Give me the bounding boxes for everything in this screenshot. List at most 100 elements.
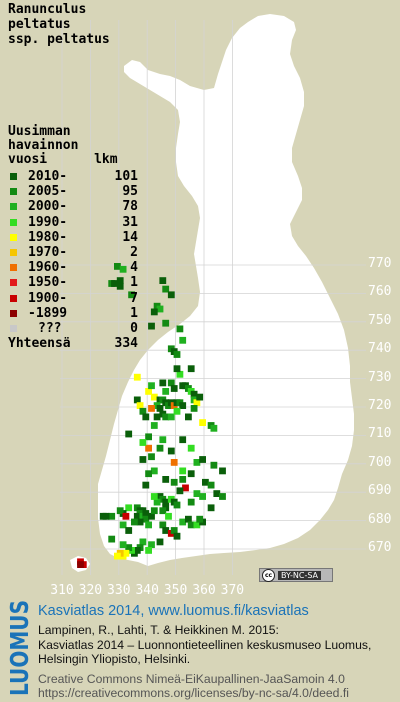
observation-square xyxy=(148,405,155,412)
observation-square xyxy=(139,439,147,446)
observation-square xyxy=(173,532,181,540)
observation-square xyxy=(179,436,187,444)
observation-square xyxy=(176,325,184,333)
license-url[interactable]: https://creativecommons.org/licenses/by-… xyxy=(38,686,371,701)
observation-square xyxy=(179,476,187,483)
observation-square xyxy=(190,405,198,412)
legend-rows: 2010- 101 2005- 95 2000- 78 1990- 31 1980- 14 1970… xyxy=(8,169,138,336)
observation-square xyxy=(170,459,178,466)
legend-row: ??? 0 xyxy=(8,321,138,336)
observation-square xyxy=(199,456,206,463)
observation-square xyxy=(162,476,170,483)
legend-period-label: 2000- xyxy=(28,199,68,215)
observation-square xyxy=(162,319,170,327)
legend-swatch xyxy=(10,279,17,287)
title-line: Ranunculus xyxy=(8,2,87,17)
observation-square xyxy=(207,504,215,512)
legend-count: 7 xyxy=(130,290,138,306)
observation-square xyxy=(159,379,167,387)
legend-swatch xyxy=(10,173,17,180)
legend-count: 14 xyxy=(122,229,138,245)
observation-square xyxy=(170,385,178,392)
observation-square xyxy=(148,322,155,330)
y-axis-tick-label: 750 xyxy=(368,312,392,328)
x-axis-tick-label: 320 xyxy=(78,583,103,598)
legend-row: 1960- 4 xyxy=(8,260,138,275)
observation-square xyxy=(179,336,187,344)
observation-square xyxy=(131,518,138,526)
observation-square xyxy=(119,541,127,549)
observation-square xyxy=(142,481,150,489)
legend-swatch xyxy=(10,203,17,211)
legend: Uusimman havainnon vuosi lkm 2010- 101 200… xyxy=(8,125,138,352)
legend-header-line: vuosi lkm xyxy=(8,152,118,167)
legend-period-label: 2005- xyxy=(28,184,68,200)
species-title: Ranunculus peltatus ssp. peltatus xyxy=(8,2,110,47)
y-axis-tick-label: 740 xyxy=(368,341,392,357)
legend-period-label: 2010- xyxy=(28,169,68,184)
legend-period-label: ??? xyxy=(38,320,62,336)
observation-square xyxy=(159,436,167,444)
legend-swatch xyxy=(10,218,17,226)
observation-square xyxy=(139,456,147,463)
observation-square xyxy=(145,547,152,554)
cc-license-badge[interactable]: cc BY-NC-SA xyxy=(259,568,333,582)
legend-swatch xyxy=(10,248,17,256)
legend-period-label: 1990- xyxy=(28,214,68,230)
y-axis-tick-label: 760 xyxy=(368,284,392,300)
citation-line: Lampinen, R., Lahti, T. & Heikkinen M. 2… xyxy=(38,623,279,637)
observation-square xyxy=(170,478,178,486)
legend-swatch xyxy=(10,294,17,302)
observation-square xyxy=(133,373,141,381)
observation-square xyxy=(114,552,121,560)
citation-line: Helsingin Yliopisto, Helsinki. xyxy=(38,652,191,666)
cc-badge-text: BY-NC-SA xyxy=(278,570,322,580)
legend-header-line: Uusimman xyxy=(8,124,71,139)
observation-square xyxy=(167,291,175,299)
observation-square xyxy=(165,512,172,520)
observation-square xyxy=(176,487,184,495)
legend-count: 0 xyxy=(130,320,138,336)
legend-row: 1900- 7 xyxy=(8,291,138,306)
observation-square xyxy=(153,413,161,421)
observation-square xyxy=(150,493,158,500)
observation-square xyxy=(219,493,226,500)
legend-swatch xyxy=(10,264,17,272)
observation-square xyxy=(196,515,204,523)
legend-swatch xyxy=(10,324,17,332)
legend-total-count: 334 xyxy=(114,336,138,352)
observation-square xyxy=(187,365,195,373)
y-axis-tick-label: 730 xyxy=(368,369,392,385)
legend-period-label: 1950- xyxy=(28,275,68,291)
observation-square xyxy=(173,407,181,415)
observation-square xyxy=(145,470,152,478)
cc-icon: cc xyxy=(262,568,275,582)
observation-square xyxy=(77,561,84,568)
observation-square xyxy=(207,481,215,489)
legend-row: 1990- 31 xyxy=(8,215,138,230)
observation-square xyxy=(150,507,158,515)
observation-square xyxy=(173,501,181,509)
legend-count: 95 xyxy=(122,184,138,200)
legend-count: 4 xyxy=(130,260,138,276)
title-line: peltatus xyxy=(8,17,71,32)
atlas-link[interactable]: Kasviatlas 2014, www.luomus.fi/kasviatla… xyxy=(38,603,371,620)
observation-square xyxy=(159,277,167,284)
y-axis-tick-label: 710 xyxy=(368,426,392,442)
footer: Kasviatlas 2014, www.luomus.fi/kasviatla… xyxy=(38,603,371,701)
legend-row: 1950- 1 xyxy=(8,275,138,290)
x-axis-tick-label: 350 xyxy=(163,583,188,598)
legend-row: 1970- 2 xyxy=(8,245,138,260)
legend-row: 1980- 14 xyxy=(8,230,138,245)
y-axis-tick-label: 720 xyxy=(368,398,392,413)
legend-header-line: havainnon xyxy=(8,138,79,153)
observation-square xyxy=(167,447,175,455)
legend-swatch xyxy=(10,233,17,241)
observation-square xyxy=(125,527,133,534)
citation-line: Kasviatlas 2014 – Luonnontieteellinen ke… xyxy=(38,637,372,652)
legend-period-label: 1960- xyxy=(28,260,68,276)
observation-square xyxy=(148,382,155,390)
observation-square xyxy=(187,498,195,506)
legend-period-label: -1899 xyxy=(28,305,68,321)
observation-square xyxy=(196,393,204,401)
